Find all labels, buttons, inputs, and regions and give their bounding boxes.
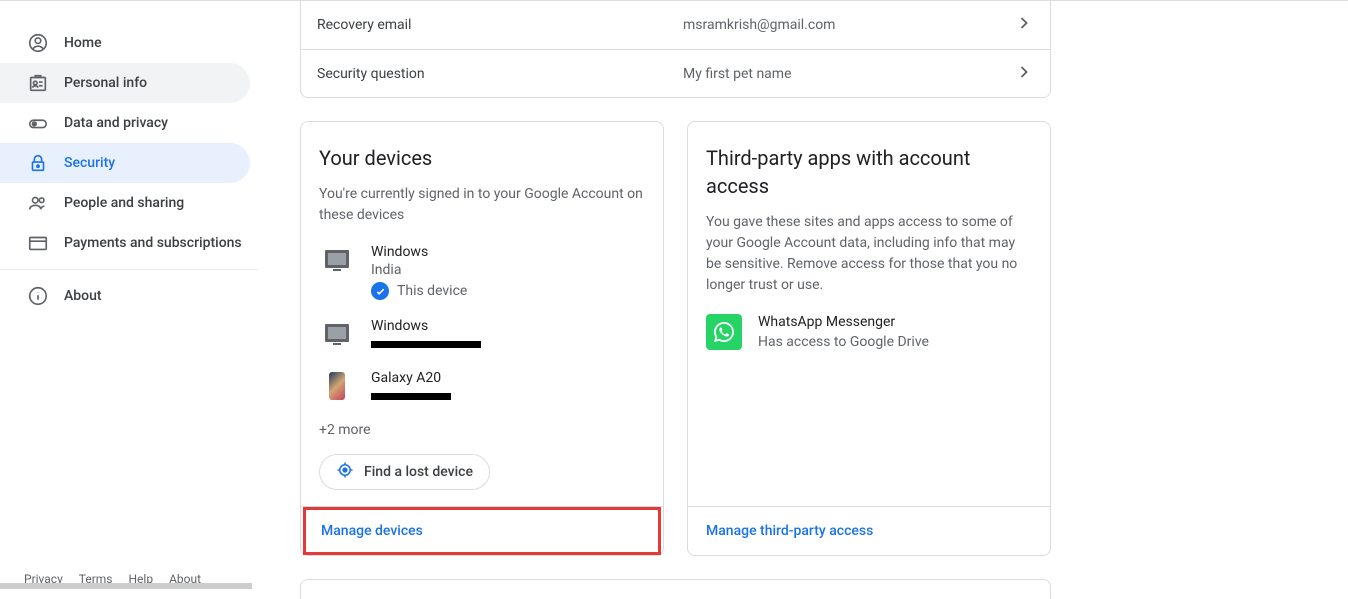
sidebar-item-label: People and sharing	[64, 195, 184, 211]
id-card-icon	[26, 71, 50, 95]
device-location: India	[371, 262, 645, 278]
desktop-icon	[323, 320, 351, 348]
card-icon	[26, 231, 50, 255]
device-location-redacted	[371, 341, 481, 348]
more-devices-link[interactable]: +2 more	[319, 422, 645, 438]
card-title: Third-party apps with account access	[706, 144, 1032, 200]
chip-label: Find a lost device	[364, 464, 473, 480]
sidebar: Home Personal info Data and privacy Secu…	[0, 1, 258, 590]
sidebar-item-label: About	[64, 288, 102, 304]
sidebar-item-data-privacy[interactable]: Data and privacy	[0, 103, 250, 143]
device-item[interactable]: Windows	[319, 318, 645, 352]
sidebar-item-label: Home	[64, 35, 102, 51]
people-icon	[26, 191, 50, 215]
card-title: Your devices	[319, 144, 645, 172]
toggle-icon	[26, 111, 50, 135]
row-value: My first pet name	[683, 66, 1014, 82]
row-label: Security question	[317, 66, 683, 82]
chevron-right-icon	[1014, 62, 1034, 86]
next-card-top	[300, 579, 1051, 599]
manage-devices-link[interactable]: Manage devices	[321, 523, 423, 539]
highlight-box: Manage devices	[303, 507, 661, 555]
person-circle-icon	[26, 31, 50, 55]
recovery-email-row[interactable]: Recovery email msramkrish@gmail.com	[301, 1, 1050, 49]
sidebar-item-label: Payments and subscriptions	[64, 235, 242, 251]
third-party-apps-card: Third-party apps with account access You…	[687, 121, 1051, 556]
info-icon	[26, 284, 50, 308]
sidebar-item-about[interactable]: About	[0, 276, 250, 316]
app-item[interactable]: WhatsApp Messenger Has access to Google …	[706, 314, 1032, 350]
app-access-desc: Has access to Google Drive	[758, 334, 929, 350]
card-action: Manage third-party access	[688, 506, 1050, 555]
sidebar-item-people-sharing[interactable]: People and sharing	[0, 183, 250, 223]
sidebar-item-security[interactable]: Security	[0, 143, 250, 183]
row-value: msramkrish@gmail.com	[683, 17, 1014, 33]
this-device-label: This device	[397, 283, 467, 299]
sidebar-item-label: Data and privacy	[64, 115, 168, 131]
device-item[interactable]: Windows India This device	[319, 244, 645, 300]
lock-icon	[26, 151, 50, 175]
sidebar-item-label: Security	[64, 155, 115, 171]
account-rows-card: Recovery email msramkrish@gmail.com Secu…	[300, 1, 1051, 98]
row-label: Recovery email	[317, 17, 683, 33]
sidebar-item-home[interactable]: Home	[0, 23, 250, 63]
device-item[interactable]: Galaxy A20	[319, 370, 645, 404]
whatsapp-icon	[706, 314, 742, 350]
device-name: Windows	[371, 318, 645, 334]
sidebar-item-payments[interactable]: Payments and subscriptions	[0, 223, 250, 263]
card-desc: You're currently signed in to your Googl…	[319, 184, 645, 226]
device-name: Windows	[371, 244, 645, 260]
app-name: WhatsApp Messenger	[758, 314, 929, 330]
check-badge-icon	[371, 282, 389, 300]
device-name: Galaxy A20	[371, 370, 645, 386]
divider	[0, 269, 258, 270]
phone-icon	[323, 372, 351, 400]
desktop-icon	[323, 246, 351, 274]
sidebar-item-label: Personal info	[64, 75, 147, 91]
your-devices-card: Your devices You're currently signed in …	[300, 121, 664, 556]
scrollbar[interactable]	[0, 583, 252, 589]
find-lost-device-chip[interactable]: Find a lost device	[319, 454, 490, 490]
chevron-right-icon	[1014, 13, 1034, 37]
main-content: Recovery email msramkrish@gmail.com Secu…	[258, 1, 1348, 590]
sidebar-item-personal-info[interactable]: Personal info	[0, 63, 250, 103]
location-target-icon	[336, 461, 354, 483]
device-location-redacted	[371, 393, 451, 400]
card-desc: You gave these sites and apps access to …	[706, 212, 1032, 296]
card-action: Manage devices	[301, 506, 663, 555]
security-question-row[interactable]: Security question My first pet name	[301, 49, 1050, 97]
manage-third-party-link[interactable]: Manage third-party access	[706, 523, 873, 539]
